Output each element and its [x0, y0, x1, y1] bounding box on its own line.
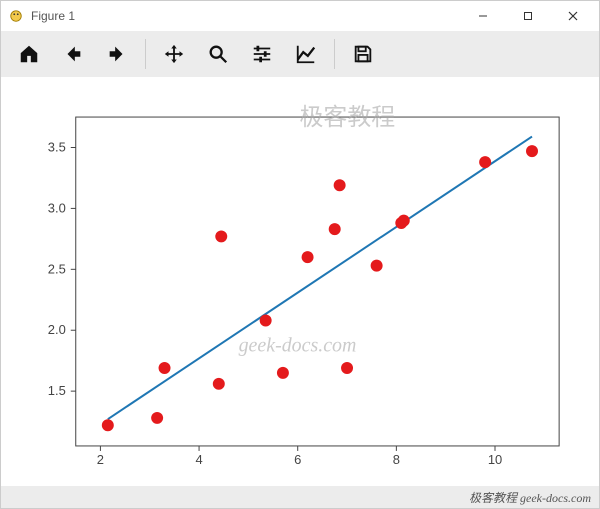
status-text: 极客教程 geek-docs.com [469, 489, 591, 506]
data-point [302, 251, 314, 263]
home-button[interactable] [7, 34, 51, 74]
data-point [213, 378, 225, 390]
move-icon [163, 43, 185, 65]
save-icon [352, 43, 374, 65]
watermark-mid: geek-docs.com [239, 334, 357, 356]
data-point [151, 412, 163, 424]
data-point [102, 419, 114, 431]
data-point [329, 223, 341, 235]
arrow-left-icon [62, 43, 84, 65]
y-tick-label: 3.5 [48, 139, 66, 154]
data-point [479, 156, 491, 168]
x-tick-label: 2 [97, 452, 104, 467]
save-button[interactable] [341, 34, 385, 74]
titlebar: Figure 1 [1, 1, 599, 31]
arrow-right-icon [106, 43, 128, 65]
close-icon [568, 11, 578, 21]
statusbar: 极客教程 geek-docs.com [1, 486, 599, 508]
forward-button[interactable] [95, 34, 139, 74]
app-icon [9, 9, 23, 23]
y-tick-label: 1.5 [48, 383, 66, 398]
zoom-icon [207, 43, 229, 65]
x-tick-label: 10 [488, 452, 502, 467]
data-point [526, 145, 538, 157]
data-point [215, 230, 227, 242]
window-title: Figure 1 [31, 9, 75, 23]
minimize-icon [478, 11, 488, 21]
x-tick-label: 8 [393, 452, 400, 467]
configure-button[interactable] [240, 34, 284, 74]
data-point [341, 362, 353, 374]
y-tick-label: 3.0 [48, 200, 66, 215]
pan-button[interactable] [152, 34, 196, 74]
zoom-button[interactable] [196, 34, 240, 74]
back-button[interactable] [51, 34, 95, 74]
sliders-icon [251, 43, 273, 65]
data-point [334, 179, 346, 191]
toolbar-separator [145, 39, 146, 69]
data-point [398, 215, 410, 227]
y-tick-label: 2.0 [48, 322, 66, 337]
edit-button[interactable] [284, 34, 328, 74]
figure-window: Figure 1 [0, 0, 600, 509]
maximize-icon [523, 11, 533, 21]
chart-line-icon [295, 43, 317, 65]
chart: 2 4 6 8 10 1.5 2.0 2.5 3.0 3.5 极客教程 geek-docs.com [1, 77, 599, 486]
close-button[interactable] [550, 1, 595, 31]
plot-area[interactable]: 2 4 6 8 10 1.5 2.0 2.5 3.0 3.5 极客教程 geek-docs.com [1, 77, 599, 486]
x-tick-label: 4 [195, 452, 202, 467]
maximize-button[interactable] [505, 1, 550, 31]
watermark-top: 极客教程 [300, 104, 396, 131]
data-point [260, 315, 272, 327]
toolbar-separator [334, 39, 335, 69]
y-tick-label: 2.5 [48, 261, 66, 276]
regression-line [108, 137, 532, 420]
home-icon [18, 43, 40, 65]
data-point [277, 367, 289, 379]
x-tick-label: 6 [294, 452, 301, 467]
data-point [371, 260, 383, 272]
data-point [159, 362, 171, 374]
toolbar [1, 31, 599, 77]
minimize-button[interactable] [460, 1, 505, 31]
